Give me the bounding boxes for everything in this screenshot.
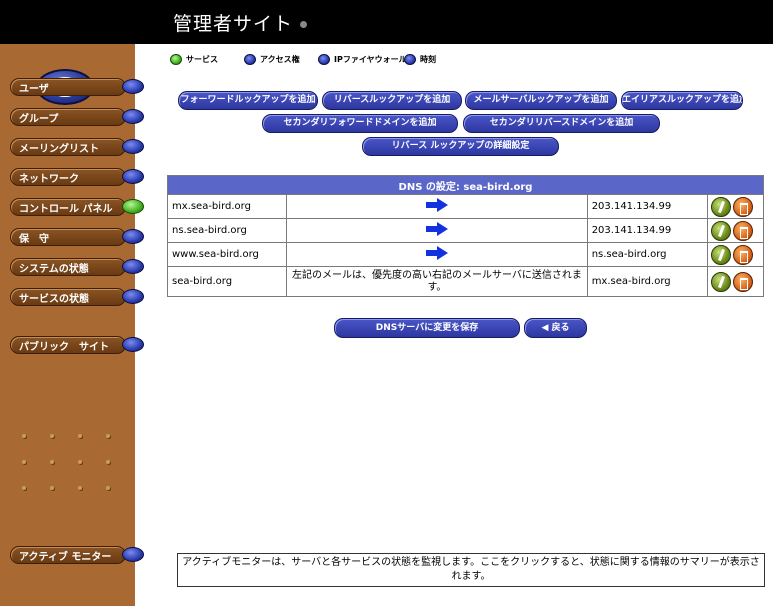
sidebar-item-label: グループ [19,114,59,125]
sidebar-item-label: 保 守 [19,234,49,245]
record-name: mx.sea-bird.org [166,194,288,219]
tab-label: アクセス権 [260,55,300,64]
add-secondary-reverse-domain-button[interactable]: セカンダリリバースドメインを追加 [463,114,660,133]
sidebar-item-public-site[interactable]: パブリック サイト [10,336,148,354]
status-dot-icon [122,229,144,244]
dot-icon [318,54,330,65]
sidebar-item-groups[interactable]: グループ [10,108,148,126]
row-actions [706,218,765,243]
add-alias-lookup-button[interactable]: エイリアスルックアップを追加 [621,91,743,110]
record-name: ns.sea-bird.org [166,218,288,243]
tab-label: サービス [186,55,218,64]
table-row: sea-bird.org 左記のメールは、優先度の高い右記のメールサーバに送信さ… [166,266,765,297]
edit-icon[interactable] [710,196,731,217]
dot-icon [404,54,416,65]
trash-icon[interactable] [732,271,753,292]
page-title: 管理者サイト [173,13,294,35]
reverse-lookup-advanced-button[interactable]: リバース ルックアップの詳細設定 [362,137,559,156]
header-bar: 管理者サイト [135,0,773,44]
tab-label: 時刻 [420,55,436,64]
edit-icon[interactable] [710,220,731,241]
sidebar-item-control-panel[interactable]: コントロール パネル [10,198,148,216]
status-dot-icon [122,547,144,562]
arrow-right-icon [425,222,448,236]
status-dot-icon [122,169,144,184]
status-dot-icon [122,259,144,274]
back-label: 戻る [551,323,570,333]
record-target: mx.sea-bird.org [586,266,708,297]
table-row: www.sea-bird.org ns.sea-bird.org [166,242,765,267]
sidebar-item-label: パブリック サイト [19,342,109,353]
save-dns-button[interactable]: DNSサーバに変更を保存 [334,318,520,338]
row-actions [706,242,765,267]
sidebar-item-label: ネットワーク [19,174,79,185]
edit-icon[interactable] [710,244,731,265]
mapping-cell [286,242,588,267]
active-monitor-info[interactable]: アクティブモニターは、サーバと各サービスの状態を監視します。ここをクリックすると… [177,553,765,587]
status-dot-icon [122,79,144,94]
sidebar: ユーザ グループ メーリングリスト ネットワーク コントロール パネル 保 守 [0,44,144,606]
monitor-text: アクティブモニターは、サーバと各サービスの状態を監視します。ここをクリックすると… [182,557,760,582]
sidebar-item-label: コントロール パネル [19,204,113,215]
decorative-studs [22,434,122,504]
sidebar-item-label: メーリングリスト [19,144,99,155]
status-dot-icon [122,337,144,352]
trash-icon[interactable] [732,220,753,241]
status-dot-icon [122,109,144,124]
sidebar-item-system-status[interactable]: システムの状態 [10,258,148,276]
add-secondary-forward-domain-button[interactable]: セカンダリフォワードドメインを追加 [262,114,458,133]
add-forward-lookup-button[interactable]: フォーワードルックアップを追加 [178,91,318,110]
status-dot-icon [122,289,144,304]
status-dot-icon [122,139,144,154]
dot-icon [244,54,256,65]
sidebar-item-label: ユーザ [19,84,49,95]
title-dot-icon [300,21,307,28]
back-button[interactable]: ◀ 戻る [524,318,587,338]
sidebar-item-label: アクティブ モニター [19,552,112,563]
sidebar-item-label: システムの状態 [19,264,89,275]
sidebar-item-service-status[interactable]: サービスの状態 [10,288,148,306]
header-corner [0,0,135,44]
row-actions [706,266,765,297]
back-arrow-icon: ◀ [541,323,552,333]
table-title: DNS の設定: sea-bird.org [167,175,764,195]
record-target: 203.141.134.99 [586,218,708,243]
table-row: ns.sea-bird.org 203.141.134.99 [166,218,765,243]
app-window: 管理者サイト ユーザ グループ メーリングリスト ネットワーク コントロール パ… [0,0,773,606]
sidebar-item-label: サービスの状態 [19,294,89,305]
add-reverse-lookup-button[interactable]: リバースルックアップを追加 [322,91,462,110]
table-row: mx.sea-bird.org 203.141.134.99 [166,194,765,219]
record-name: www.sea-bird.org [166,242,288,267]
record-target: ns.sea-bird.org [586,242,708,267]
tab-label: IPファイヤウォール [334,55,407,64]
trash-icon[interactable] [732,196,753,217]
active-monitor-button[interactable]: アクティブ モニター [10,546,148,564]
edit-icon[interactable] [710,271,731,292]
active-dot-icon [122,199,144,214]
record-target: 203.141.134.99 [586,194,708,219]
mx-description: 左記のメールは、優先度の高い右記のメールサーバに送信されます。 [286,266,588,297]
mapping-cell [286,194,588,219]
arrow-right-icon [425,246,448,260]
mapping-cell [286,218,588,243]
arrow-right-icon [425,198,448,212]
selected-dot-icon [170,54,182,65]
sidebar-item-users[interactable]: ユーザ [10,78,148,96]
sidebar-item-network[interactable]: ネットワーク [10,168,148,186]
dns-table: DNS の設定: sea-bird.org mx.sea-bird.org 20… [166,175,765,297]
record-name: sea-bird.org [166,266,288,297]
sidebar-item-maintenance[interactable]: 保 守 [10,228,148,246]
trash-icon[interactable] [732,244,753,265]
row-actions [706,194,765,219]
sidebar-item-mailing-list[interactable]: メーリングリスト [10,138,148,156]
add-mail-server-lookup-button[interactable]: メールサーバルックアップを追加 [465,91,617,110]
